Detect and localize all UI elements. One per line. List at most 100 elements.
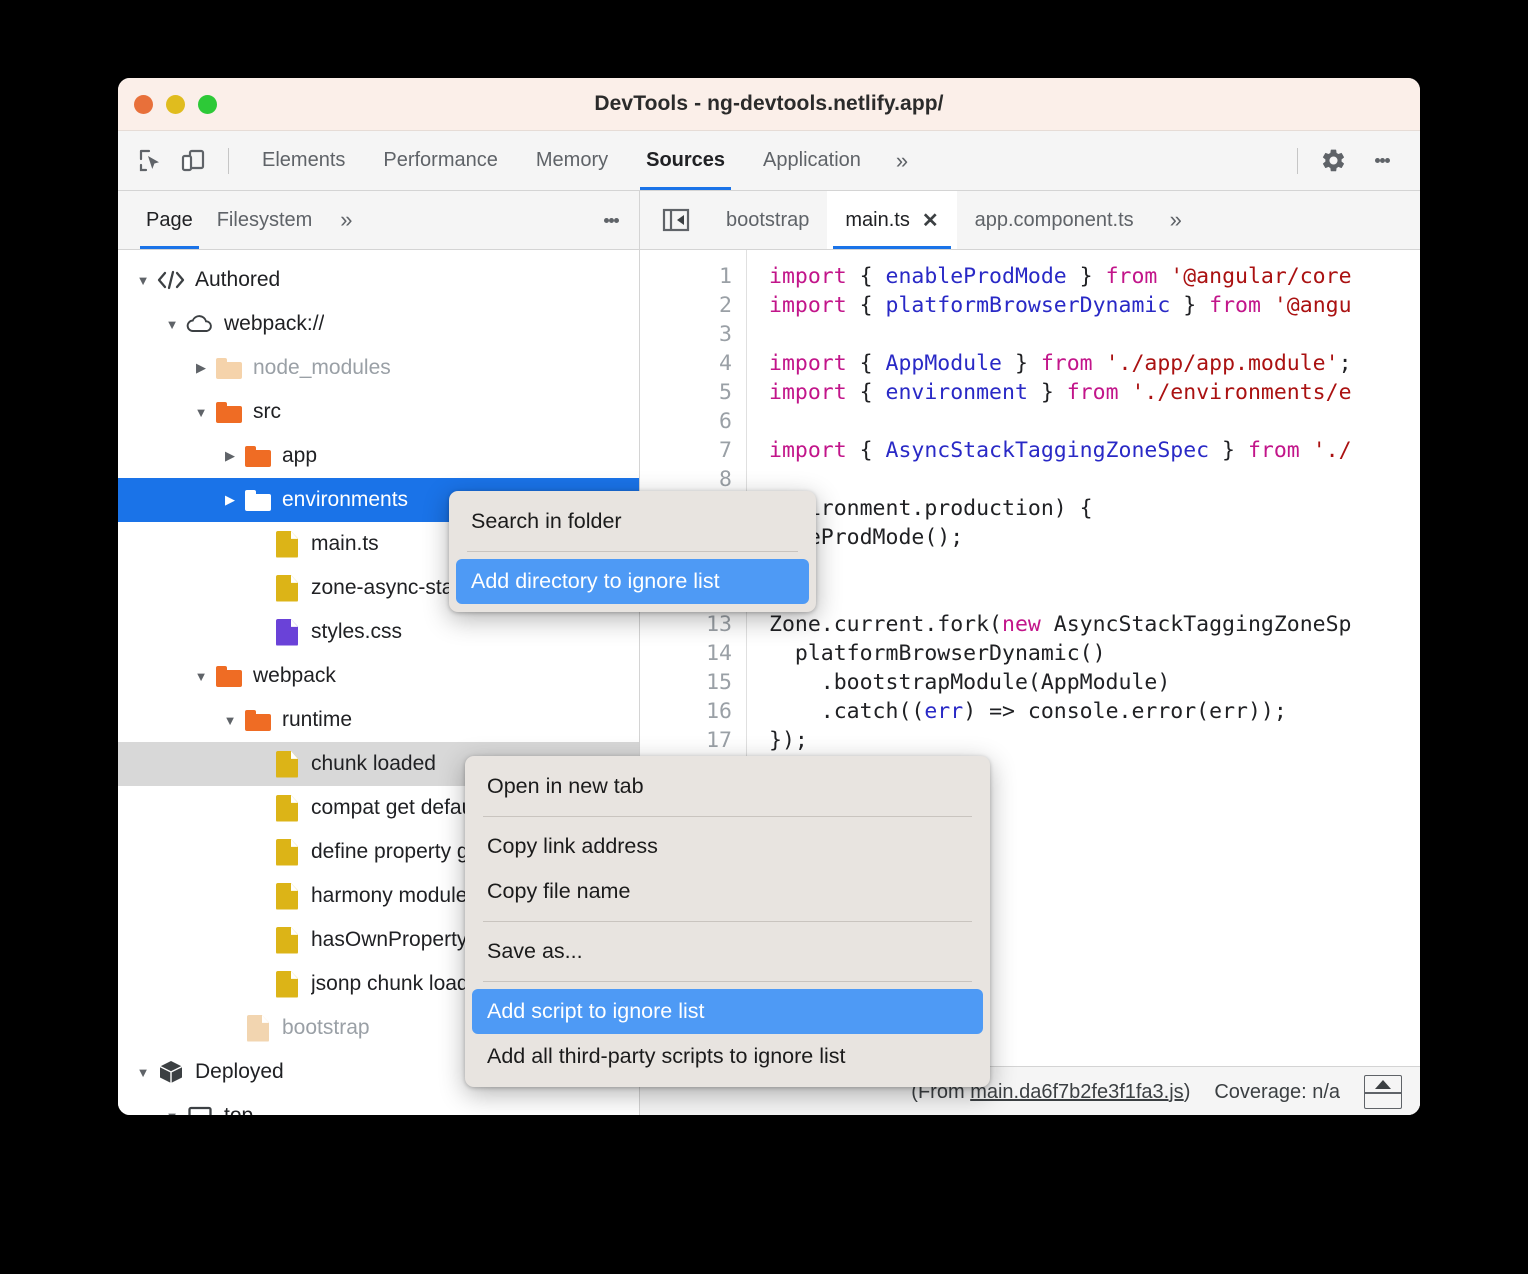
tab-memory[interactable]: Memory [517, 131, 627, 190]
menu-item-copy-link-address[interactable]: Copy link address [465, 824, 990, 869]
menu-item-copy-file-name[interactable]: Copy file name [465, 869, 990, 914]
toolbar-divider [228, 148, 229, 174]
editor-tab-bootstrap[interactable]: bootstrap [708, 191, 827, 249]
twisty-collapsed-icon[interactable]: ▶ [217, 448, 243, 464]
code-token: } [1002, 351, 1041, 376]
code-token: AsyncStackTaggingZoneSp [1054, 612, 1352, 637]
code-brackets-icon-icon [156, 269, 186, 291]
twisty-collapsed-icon[interactable]: ▶ [188, 360, 214, 376]
code-token: import [769, 351, 860, 376]
code-token: err [924, 699, 963, 724]
tree-item[interactable]: ▼ top [118, 1094, 639, 1115]
code-token: } [1028, 380, 1067, 405]
gear-icon[interactable] [1312, 141, 1354, 181]
code-token: './app/app.module' [1106, 351, 1339, 376]
twisty-expanded-icon[interactable]: ▼ [130, 273, 156, 288]
twisty-expanded-icon[interactable]: ▼ [159, 317, 185, 332]
navigator-tab-filesystem[interactable]: Filesystem [205, 191, 325, 249]
inspect-element-icon[interactable] [130, 141, 172, 181]
code-token: platformBrowserDynamic [886, 293, 1171, 318]
editor-tabs-overflow-icon[interactable]: » [1152, 207, 1200, 233]
tree-item-label: Authored [195, 268, 280, 292]
menu-separator [483, 921, 972, 922]
code-token: environment.production) { [769, 496, 1093, 521]
tab-sources[interactable]: Sources [627, 131, 744, 190]
code-token: } [1209, 438, 1248, 463]
code-token: './ [1313, 438, 1352, 463]
menu-separator [467, 551, 798, 552]
main-tabs-overflow-icon[interactable]: » [880, 148, 924, 174]
code-token: Zone.current.fork( [769, 612, 1002, 637]
menu-item-add-script-to-ignore-list[interactable]: Add script to ignore list [472, 989, 983, 1034]
menu-item-add-all-third-party-label: Add all third-party scripts to ignore li… [487, 1044, 845, 1069]
source-origin-suffix: ) [1184, 1081, 1191, 1103]
file-yellow-icon [272, 531, 302, 558]
close-tab-icon[interactable]: ✕ [922, 208, 939, 233]
navigator-tab-page[interactable]: Page [134, 191, 205, 249]
line-number: 13 [640, 610, 732, 639]
tree-item[interactable]: ▶app [118, 434, 639, 478]
code-token: ; [1339, 351, 1352, 376]
folder-orange-icon [214, 666, 244, 687]
tab-application-label: Application [763, 149, 861, 172]
tree-item-label: main.ts [311, 532, 379, 556]
editor-tab-main-ts-label: main.ts [845, 209, 909, 232]
code-line: ableProdMode(); [769, 523, 1420, 552]
tab-elements[interactable]: Elements [243, 131, 364, 190]
source-origin-link[interactable]: main.da6f7b2fe3f1fa3.js [970, 1081, 1184, 1103]
devtools-window: DevTools - ng-devtools.netlify.app/ Elem… [118, 78, 1420, 1115]
code-token: import [769, 264, 860, 289]
code-token: from [1041, 351, 1106, 376]
menu-item-search-in-folder[interactable]: Search in folder [449, 499, 816, 544]
menu-item-search-in-folder-label: Search in folder [471, 509, 622, 534]
code-token: import [769, 293, 860, 318]
code-line: platformBrowserDynamic() [769, 639, 1420, 668]
tree-item[interactable]: ▼runtime [118, 698, 639, 742]
tree-item[interactable]: ▼ Authored [118, 258, 639, 302]
tab-memory-label: Memory [536, 149, 608, 172]
file-purple-icon [272, 619, 302, 646]
menu-separator [483, 981, 972, 982]
code-line: .bootstrapModule(AppModule) [769, 668, 1420, 697]
editor-tab-main-ts[interactable]: main.ts ✕ [827, 191, 956, 249]
code-line: import { AsyncStackTaggingZoneSpec } fro… [769, 436, 1420, 465]
navigator-more-options-icon[interactable] [589, 198, 633, 242]
menu-item-add-directory-to-ignore-list[interactable]: Add directory to ignore list [456, 559, 809, 604]
editor-tab-app-component-ts[interactable]: app.component.ts [957, 191, 1152, 249]
toolbar-divider-right [1297, 148, 1298, 174]
device-toolbar-icon[interactable] [172, 141, 214, 181]
navigator-tabs-overflow-icon[interactable]: » [324, 207, 368, 233]
minimize-window-button[interactable] [166, 95, 185, 114]
tree-item-label: top [224, 1104, 253, 1115]
line-number: 7 [640, 436, 732, 465]
twisty-expanded-icon[interactable]: ▼ [217, 713, 243, 728]
tab-application[interactable]: Application [744, 131, 880, 190]
show-navigator-icon[interactable] [654, 198, 698, 242]
twisty-collapsed-icon[interactable]: ▶ [217, 492, 243, 508]
close-window-button[interactable] [134, 95, 153, 114]
tree-item[interactable]: ▼src [118, 390, 639, 434]
code-token: { [860, 380, 886, 405]
twisty-expanded-icon[interactable]: ▼ [188, 405, 214, 420]
tree-item[interactable]: ▶styles.css [118, 610, 639, 654]
menu-item-save-as[interactable]: Save as... [465, 929, 990, 974]
pretty-print-icon[interactable] [1364, 1075, 1402, 1109]
kebab-menu-icon[interactable] [1360, 139, 1404, 183]
tree-item[interactable]: ▼webpack:// [118, 302, 639, 346]
twisty-expanded-icon[interactable]: ▼ [188, 669, 214, 684]
twisty-expanded-icon[interactable]: ▼ [159, 1109, 185, 1116]
maximize-window-button[interactable] [198, 95, 217, 114]
folder-context-menu[interactable]: Search in folder Add directory to ignore… [449, 491, 816, 612]
line-number: 16 [640, 697, 732, 726]
code-token: platformBrowserDynamic() [769, 641, 1106, 666]
tree-item[interactable]: ▼webpack [118, 654, 639, 698]
line-number: 14 [640, 639, 732, 668]
file-context-menu[interactable]: Open in new tab Copy link address Copy f… [465, 756, 990, 1087]
menu-item-open-in-new-tab[interactable]: Open in new tab [465, 764, 990, 809]
tab-performance[interactable]: Performance [364, 131, 517, 190]
twisty-expanded-icon[interactable]: ▼ [130, 1065, 156, 1080]
menu-item-add-all-third-party-scripts-to-ignore-list[interactable]: Add all third-party scripts to ignore li… [465, 1034, 990, 1079]
tree-item-label: node_modules [253, 356, 391, 380]
tree-item[interactable]: ▶ node_modules [118, 346, 639, 390]
code-line: .catch((err) => console.error(err)); [769, 697, 1420, 726]
